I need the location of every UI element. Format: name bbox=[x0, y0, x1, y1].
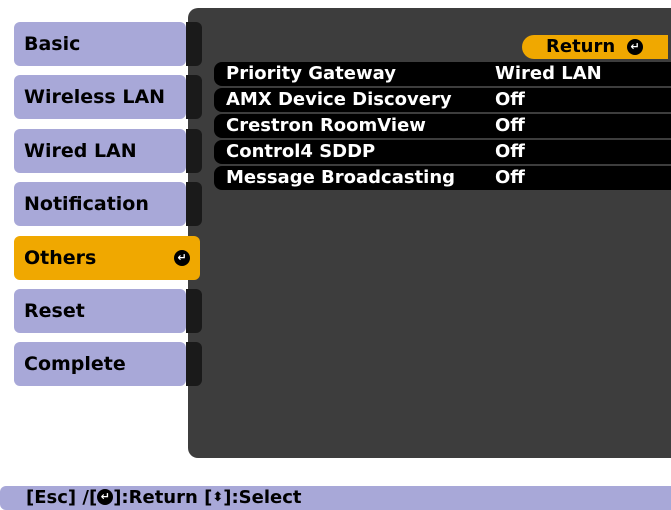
menu-item-label: Basic bbox=[24, 33, 81, 55]
menu-item-label: Reset bbox=[24, 300, 85, 322]
setting-name: Crestron RoomView bbox=[226, 115, 426, 136]
menu-item-label: Wireless LAN bbox=[24, 86, 166, 108]
menu-item-label: Others bbox=[24, 247, 97, 269]
enter-icon: ↵ bbox=[97, 489, 114, 505]
setting-row-amx-device-discovery[interactable]: AMX Device Discovery Off bbox=[214, 88, 671, 112]
setting-name: Message Broadcasting bbox=[226, 167, 456, 188]
return-button-label: Return bbox=[546, 36, 616, 57]
menu-item-label: Notification bbox=[24, 193, 149, 215]
menu-item-wireless-lan[interactable]: Wireless LAN bbox=[14, 75, 202, 119]
setting-value: Off bbox=[495, 89, 525, 110]
enter-icon: ↵ bbox=[627, 39, 643, 55]
menu-item-complete[interactable]: Complete bbox=[14, 342, 202, 386]
menu-item-label: Complete bbox=[24, 353, 126, 375]
up-down-arrow-icon: ⬍ bbox=[212, 490, 224, 505]
enter-icon: ↵ bbox=[174, 250, 190, 266]
menu-item-basic[interactable]: Basic bbox=[14, 22, 202, 66]
status-esc-text: [Esc] /[ bbox=[26, 487, 98, 508]
menu-item-notification[interactable]: Notification bbox=[14, 182, 202, 226]
setting-name: Control4 SDDP bbox=[226, 141, 376, 162]
status-return-text: ]:Return [ bbox=[113, 487, 213, 508]
status-select-text: ]:Select bbox=[223, 487, 302, 508]
setting-row-crestron-roomview[interactable]: Crestron RoomView Off bbox=[214, 114, 671, 138]
setting-row-message-broadcasting[interactable]: Message Broadcasting Off bbox=[214, 166, 671, 190]
menu-item-others[interactable]: Others ↵ bbox=[14, 236, 200, 280]
help-status-bar: [Esc] /[↵]:Return [⬍]:Select bbox=[0, 486, 671, 510]
menu-item-wired-lan[interactable]: Wired LAN bbox=[14, 129, 202, 173]
setting-value: Off bbox=[495, 115, 525, 136]
menu-item-reset[interactable]: Reset bbox=[14, 289, 202, 333]
setting-name: AMX Device Discovery bbox=[226, 89, 452, 110]
setting-row-priority-gateway[interactable]: Priority Gateway Wired LAN bbox=[214, 62, 671, 86]
setting-value: Wired LAN bbox=[495, 63, 602, 84]
menu-item-label: Wired LAN bbox=[24, 140, 137, 162]
setting-value: Off bbox=[495, 167, 525, 188]
setting-row-control4-sddp[interactable]: Control4 SDDP Off bbox=[214, 140, 671, 164]
setting-value: Off bbox=[495, 141, 525, 162]
return-button[interactable]: Return ↵ bbox=[522, 35, 668, 59]
setting-name: Priority Gateway bbox=[226, 63, 396, 84]
